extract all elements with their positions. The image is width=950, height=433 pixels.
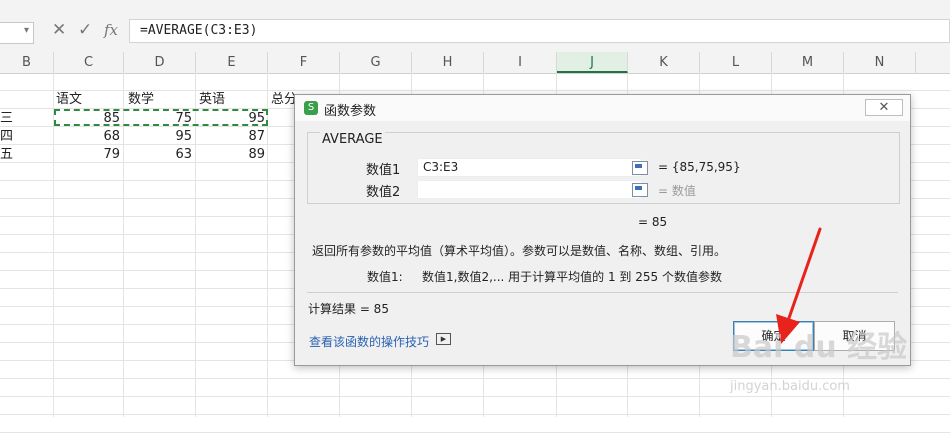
annotation-arrow: Bai du 经验 jingyan.baidu.com xyxy=(729,227,907,394)
watermark-brand: Bai du 经验 xyxy=(730,330,907,365)
watermark-url: jingyan.baidu.com xyxy=(729,379,850,394)
arrow-shaft xyxy=(787,227,822,320)
